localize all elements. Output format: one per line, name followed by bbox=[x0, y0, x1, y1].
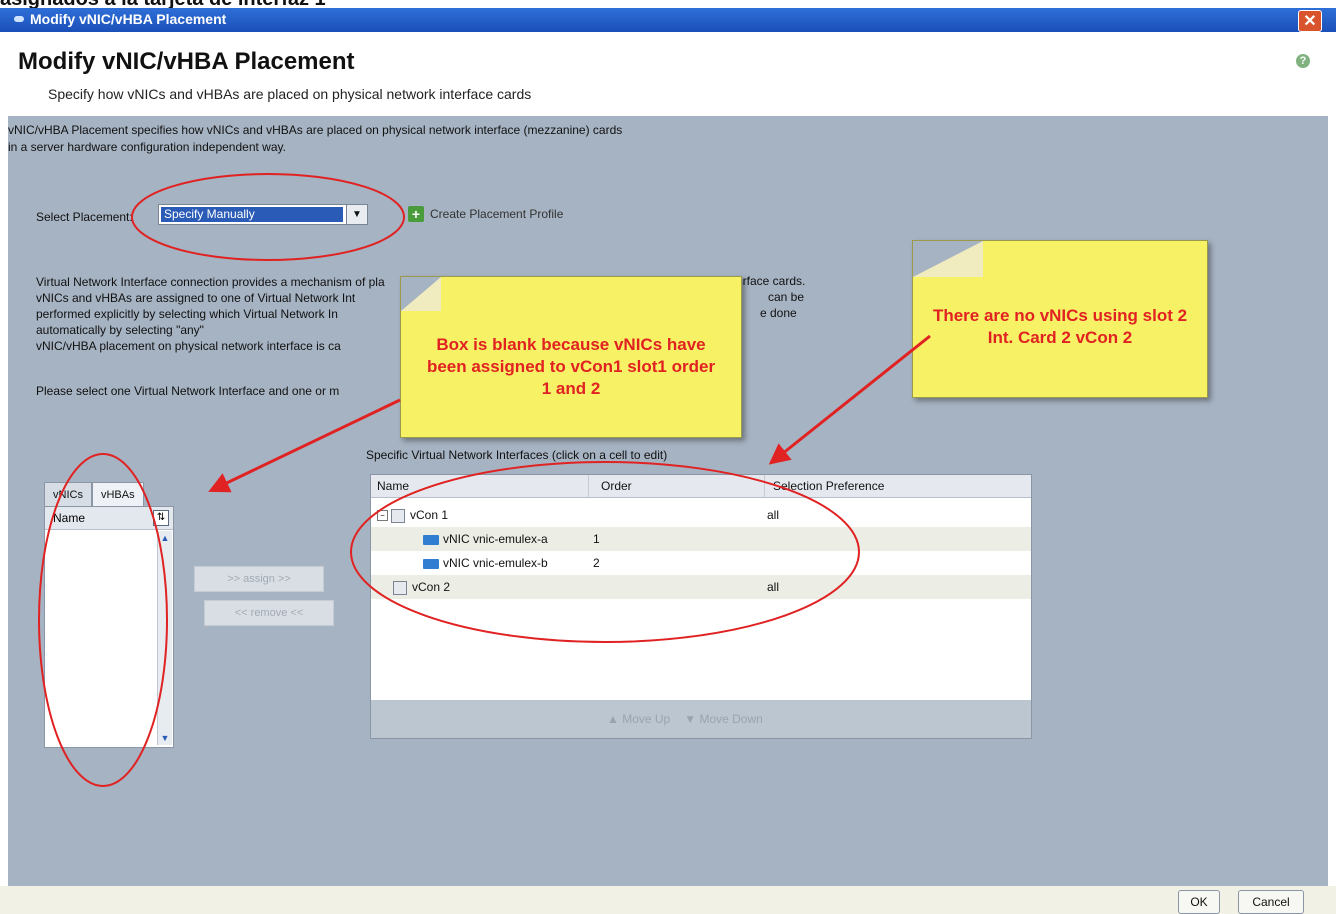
row-pref: all bbox=[767, 580, 780, 594]
note-text: Box is blank because vNICs have been ass… bbox=[426, 335, 716, 398]
tab-vnics[interactable]: vNICs bbox=[44, 482, 92, 507]
window-title: Modify vNIC/vHBA Placement bbox=[30, 11, 227, 27]
assign-button[interactable]: >> assign >> bbox=[194, 566, 324, 592]
info-line: performed explicitly by selecting which … bbox=[36, 307, 338, 321]
plus-icon: + bbox=[408, 206, 424, 222]
description-line: in a server hardware configuration indep… bbox=[8, 140, 286, 154]
please-select-text: Please select one Virtual Network Interf… bbox=[36, 384, 340, 398]
table-row[interactable]: vCon 2 all bbox=[371, 575, 1031, 599]
interfaces-grid: Name Order Selection Preference − vCon 1 … bbox=[370, 474, 1032, 702]
table-row[interactable]: vNIC vnic-emulex-a 1 bbox=[371, 527, 1031, 551]
move-down-button[interactable]: ▼ Move Down bbox=[684, 712, 763, 726]
grid-header: Name Order Selection Preference bbox=[371, 475, 1031, 498]
dialog-footer: OK Cancel bbox=[0, 886, 1336, 914]
row-pref: all bbox=[767, 508, 780, 522]
column-selection-preference[interactable]: Selection Preference bbox=[765, 475, 1031, 497]
row-name: vCon 1 bbox=[410, 508, 449, 522]
select-placement-label: Select Placement: bbox=[36, 210, 133, 224]
info-right-1: erface cards. bbox=[736, 274, 806, 288]
vcon-icon bbox=[393, 580, 407, 595]
available-list: Name ⇅ ▲ ▼ bbox=[44, 506, 174, 748]
column-order[interactable]: Order bbox=[589, 475, 765, 497]
info-line: vNICs and vHBAs are assigned to one of V… bbox=[36, 291, 356, 305]
annotation-note-blank-box: Box is blank because vNICs have been ass… bbox=[400, 276, 742, 438]
scroll-down-icon[interactable]: ▼ bbox=[158, 731, 172, 745]
move-up-button[interactable]: ▲ Move Up bbox=[607, 712, 670, 726]
close-icon[interactable]: ✕ bbox=[1298, 10, 1322, 32]
info-right-3: e done bbox=[760, 306, 797, 320]
chevron-down-icon[interactable]: ▼ bbox=[346, 205, 367, 224]
row-name: vNIC vnic-emulex-b bbox=[443, 556, 548, 570]
cancel-button[interactable]: Cancel bbox=[1238, 890, 1304, 914]
description-line: vNIC/vHBA Placement specifies how vNICs … bbox=[8, 123, 623, 137]
info-line: vNIC/vHBA placement on physical network … bbox=[36, 339, 341, 353]
annotation-note-no-vnics: There are no vNICs using slot 2 Int. Car… bbox=[912, 240, 1208, 398]
dialog-header: Modify vNIC/vHBA Placement Specify how v… bbox=[8, 32, 1328, 116]
ok-button[interactable]: OK bbox=[1178, 890, 1220, 914]
page-title: Modify vNIC/vHBA Placement bbox=[18, 48, 355, 75]
help-icon[interactable]: ? bbox=[1296, 54, 1310, 68]
page-subtitle: Specify how vNICs and vHBAs are placed o… bbox=[48, 86, 532, 102]
column-chooser-icon[interactable]: ⇅ bbox=[153, 510, 169, 526]
create-placement-profile-button[interactable]: + Create Placement Profile bbox=[408, 206, 563, 222]
grid-footer: ▲ Move Up ▼ Move Down bbox=[370, 700, 1032, 739]
row-order: 2 bbox=[593, 556, 600, 570]
content-panel: vNIC/vHBA Placement specifies how vNICs … bbox=[8, 116, 1328, 886]
list-scrollbar[interactable]: ▲ ▼ bbox=[157, 531, 172, 745]
remove-button[interactable]: << remove << bbox=[204, 600, 334, 626]
note-fold bbox=[913, 241, 983, 277]
table-row[interactable]: − vCon 1 all bbox=[371, 503, 1031, 527]
row-order: 1 bbox=[593, 532, 600, 546]
info-line: automatically by selecting "any" bbox=[36, 323, 204, 337]
create-placement-profile-label: Create Placement Profile bbox=[430, 207, 564, 221]
vnic-icon bbox=[423, 558, 439, 569]
row-name: vNIC vnic-emulex-a bbox=[443, 532, 548, 546]
vcon-icon bbox=[391, 508, 405, 523]
row-name: vCon 2 bbox=[412, 580, 451, 594]
vnic-icon bbox=[423, 534, 439, 545]
window-titlebar: Modify vNIC/vHBA Placement ✕ bbox=[0, 8, 1336, 32]
collapse-icon[interactable]: − bbox=[377, 510, 388, 522]
placement-description: vNIC/vHBA Placement specifies how vNICs … bbox=[8, 122, 622, 156]
info-right-2: can be bbox=[768, 290, 805, 304]
placement-select[interactable]: Specify Manually ▼ bbox=[158, 204, 368, 225]
vnic-vhba-tabs: vNICs vHBAs bbox=[44, 482, 144, 507]
note-fold bbox=[401, 277, 441, 311]
specific-interfaces-label: Specific Virtual Network Interfaces (cli… bbox=[366, 448, 668, 462]
info-line: Virtual Network Interface connection pro… bbox=[36, 275, 385, 289]
column-name[interactable]: Name bbox=[371, 475, 589, 497]
tab-vhbas[interactable]: vHBAs bbox=[91, 482, 144, 507]
note-text: There are no vNICs using slot 2 Int. Car… bbox=[932, 306, 1188, 347]
placement-select-value: Specify Manually bbox=[161, 207, 343, 222]
app-icon bbox=[14, 16, 24, 22]
scroll-up-icon[interactable]: ▲ bbox=[158, 531, 172, 545]
vnic-info-text: Virtual Network Interface connection pro… bbox=[36, 274, 385, 354]
table-row[interactable]: vNIC vnic-emulex-b 2 bbox=[371, 551, 1031, 575]
